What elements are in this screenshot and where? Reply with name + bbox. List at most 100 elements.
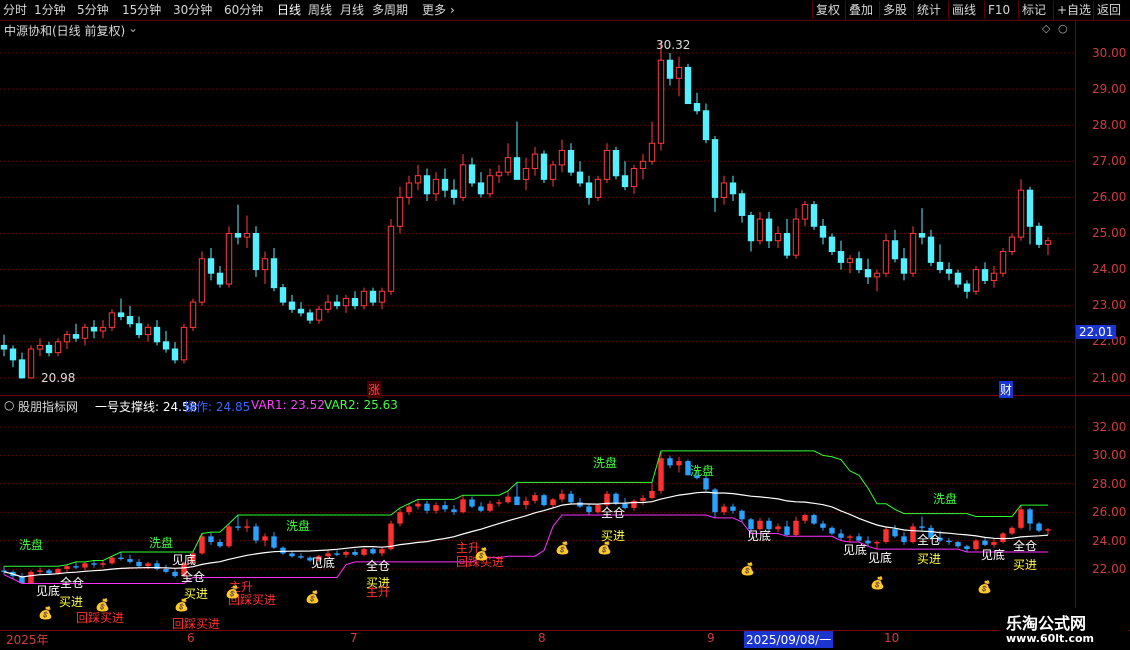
indicator-candle-body [379, 549, 385, 554]
indicator-candle-body [775, 526, 781, 530]
indicator-candle-body [640, 498, 646, 501]
candle-body [612, 149, 620, 177]
indicator-candle-body [532, 495, 538, 501]
y-tick-label: 23.00 [1092, 298, 1127, 312]
badge-zhang[interactable]: 涨 [367, 381, 382, 398]
badge-cai[interactable]: 财 [999, 381, 1014, 398]
candle-body [279, 287, 287, 303]
indicator-candle-body [550, 499, 556, 506]
candle-body [819, 225, 827, 238]
indicator-var2: VAR2: 25.63 [324, 398, 398, 412]
indicator-support-line: 一号支撑线: 24.58 [95, 400, 198, 414]
candle-body [909, 233, 917, 274]
indicator-candle-body [514, 496, 520, 506]
candle-body [225, 233, 233, 285]
candle-body [1026, 189, 1034, 227]
candle-body [648, 142, 656, 162]
money-bag-icon: 💰 [305, 590, 320, 604]
candle-body [666, 59, 674, 79]
indicator-candle-body [388, 523, 394, 550]
candle-body [918, 233, 926, 238]
indicator-candle-body [91, 563, 97, 565]
candle-body [54, 341, 62, 354]
indicator-candle-body [559, 493, 565, 500]
indicator-candle-body [1009, 527, 1015, 534]
candle-body [594, 178, 602, 198]
indicator-operation: 操作: 24.85 [184, 400, 251, 414]
indicator-candle-body [910, 526, 916, 543]
indicator-candle-body [487, 503, 493, 511]
candle-body [549, 164, 557, 180]
indicator-candle-body [199, 536, 205, 554]
button-back[interactable]: 返回 [1093, 1, 1124, 19]
indicator-candle-body [433, 505, 439, 511]
money-bag-icon: 💰 [225, 585, 240, 599]
candle-body [495, 171, 503, 177]
indicator-y-tick: 26.00 [1092, 505, 1127, 519]
ann-xipan: 洗盘 [19, 538, 44, 552]
indicator-candle-body [982, 540, 988, 545]
indicator-candle-body [586, 506, 592, 513]
candle-body [936, 261, 944, 271]
indicator-candle-body [1000, 533, 1006, 543]
candle-body [963, 283, 971, 292]
candle-body [585, 182, 593, 198]
candle-body [747, 214, 755, 242]
ann-jiandi: 见底 [311, 556, 336, 570]
candle-body [765, 218, 773, 242]
indicator-candle-body [568, 493, 574, 503]
y-tick-label: 26.00 [1092, 190, 1127, 204]
indicator-candle-body [523, 500, 529, 506]
indicator-candle-body [271, 536, 277, 548]
indicator-candle-body [901, 536, 907, 543]
x-axis-label: 8 [538, 631, 546, 645]
indicator-candle-body [703, 478, 709, 490]
ann-quancang: 全仓 [181, 570, 206, 584]
candle-body [999, 251, 1007, 274]
ann-quancang: 全仓 [1013, 539, 1038, 553]
indicator-settings-icon[interactable]: ○ [4, 398, 14, 412]
indicator-candle-body [442, 505, 448, 510]
candle-body [801, 204, 809, 220]
candle-body [27, 348, 35, 379]
indicator-candle-body [226, 526, 232, 547]
ann-huicai: 回踩买进 [172, 617, 221, 631]
indicator-candle-body [613, 493, 619, 504]
candle-body [9, 348, 17, 361]
indicator-candle-body [424, 503, 430, 511]
indicator-candle-body [334, 553, 340, 555]
candle-body [108, 312, 116, 328]
candle-body [828, 236, 836, 253]
candle-body [756, 218, 764, 242]
indicator-candle-body [469, 499, 475, 507]
high-price-label: 30.32 [656, 38, 691, 52]
ann-quancang: 全仓 [917, 533, 942, 547]
y-tick-label: 30.00 [1092, 46, 1127, 60]
indicator-candle-body [838, 533, 844, 538]
candle-body [702, 110, 710, 141]
candle-body [954, 272, 962, 285]
indicator-candle-body [289, 553, 295, 557]
y-tick-label: 24.00 [1092, 262, 1127, 276]
candle-body [945, 269, 953, 274]
money-bag-icon: 💰 [474, 547, 489, 561]
indicator-candle-body [343, 551, 349, 555]
candle-body [351, 297, 359, 307]
ann-xipan: 洗盘 [933, 492, 958, 506]
ann-quancang: 全仓 [366, 559, 391, 573]
indicator-candle-body [451, 509, 457, 513]
money-bag-icon: 💰 [95, 598, 110, 612]
candle-body [441, 178, 449, 191]
indicator-candle-body [496, 502, 502, 504]
candle-body [90, 326, 98, 332]
watermark-name: 乐淘公式网 [1006, 614, 1087, 633]
candle-body [558, 149, 566, 166]
ann-maijin: 买进 [917, 552, 942, 566]
indicator-candle-body [262, 536, 268, 541]
candle-body [387, 225, 395, 292]
indicator-y-tick: 22.00 [1092, 562, 1127, 576]
indicator-candle-body [1018, 509, 1024, 528]
candle-body [540, 153, 548, 180]
indicator-candle-body [730, 506, 736, 511]
candle-body [324, 301, 332, 310]
